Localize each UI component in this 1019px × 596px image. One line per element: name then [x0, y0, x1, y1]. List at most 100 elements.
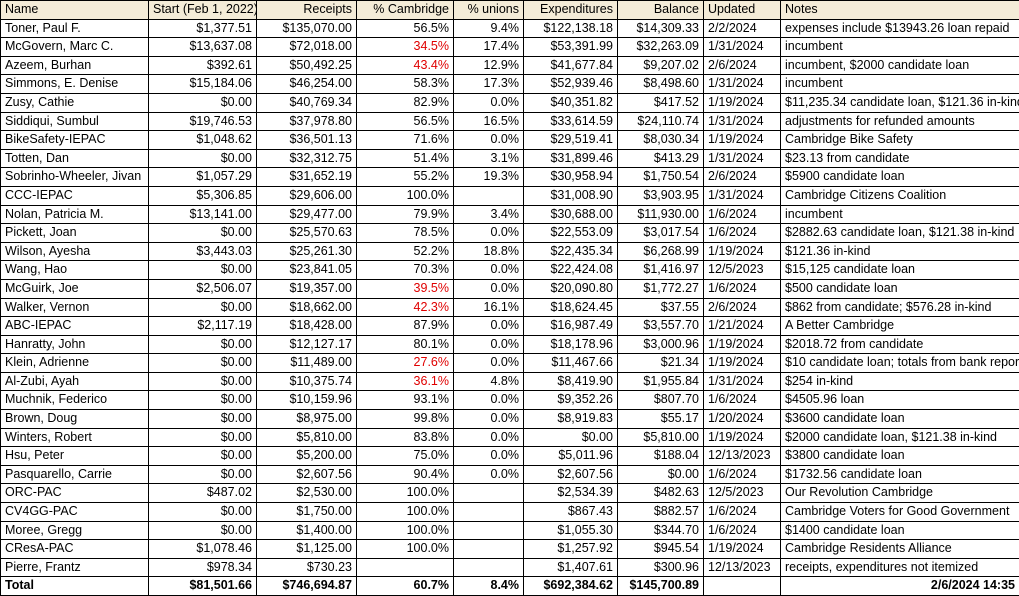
cell-receipts: $18,428.00 — [257, 317, 357, 336]
cell-receipts: $12,127.17 — [257, 335, 357, 354]
cell-balance: $37.55 — [618, 298, 704, 317]
column-header-pct-unions[interactable]: % unions — [454, 1, 524, 20]
column-header-updated[interactable]: Updated — [704, 1, 781, 20]
cell-receipts: $2,530.00 — [257, 484, 357, 503]
cell-notes: $2882.63 candidate loan, $121.38 in-kind — [781, 224, 1019, 243]
total-receipts: $746,694.87 — [257, 577, 357, 596]
cell-start: $0.00 — [149, 224, 257, 243]
cell-expenditures: $11,467.66 — [524, 354, 618, 373]
table-row[interactable]: Hanratty, John$0.00$12,127.1780.1%0.0%$1… — [1, 335, 1019, 354]
table-row[interactable]: Wilson, Ayesha$3,443.03$25,261.3052.2%18… — [1, 242, 1019, 261]
cell-pct-cambridge — [357, 558, 454, 577]
cell-pct-cambridge: 27.6% — [357, 354, 454, 373]
table-row[interactable]: BikeSafety-IEPAC$1,048.62$36,501.1371.6%… — [1, 131, 1019, 150]
table-row[interactable]: CCC-IEPAC$5,306.85$29,606.00100.0%$31,00… — [1, 186, 1019, 205]
table-row[interactable]: Al-Zubi, Ayah$0.00$10,375.7436.1%4.8%$8,… — [1, 372, 1019, 391]
column-header-start[interactable]: Start (Feb 1, 2022) — [149, 1, 257, 20]
cell-notes: expenses include $13943.26 loan repaid — [781, 19, 1019, 38]
cell-pct-unions: 0.0% — [454, 428, 524, 447]
cell-pct-cambridge: 51.4% — [357, 149, 454, 168]
table-row[interactable]: Muchnik, Federico$0.00$10,159.9693.1%0.0… — [1, 391, 1019, 410]
cell-notes: $254 in-kind — [781, 372, 1019, 391]
table-row[interactable]: Pierre, Frantz$978.34$730.23$1,407.61$30… — [1, 558, 1019, 577]
column-header-name[interactable]: Name — [1, 1, 149, 20]
cell-notes: $862 from candidate; $576.28 in-kind — [781, 298, 1019, 317]
cell-pct-cambridge: 79.9% — [357, 205, 454, 224]
table-row[interactable]: Nolan, Patricia M.$13,141.00$29,477.0079… — [1, 205, 1019, 224]
cell-updated: 1/31/2024 — [704, 372, 781, 391]
cell-name: CV4GG-PAC — [1, 503, 149, 522]
table-row[interactable]: Siddiqui, Sumbul$19,746.53$37,978.8056.5… — [1, 112, 1019, 131]
table-row[interactable]: Totten, Dan$0.00$32,312.7551.4%3.1%$31,8… — [1, 149, 1019, 168]
table-row[interactable]: ORC-PAC$487.02$2,530.00100.0%$2,534.39$4… — [1, 484, 1019, 503]
table-row[interactable]: Walker, Vernon$0.00$18,662.0042.3%16.1%$… — [1, 298, 1019, 317]
cell-balance: $1,772.27 — [618, 279, 704, 298]
cell-name: Nolan, Patricia M. — [1, 205, 149, 224]
cell-start: $0.00 — [149, 335, 257, 354]
cell-expenditures: $40,351.82 — [524, 93, 618, 112]
table-row[interactable]: Klein, Adrienne$0.00$11,489.0027.6%0.0%$… — [1, 354, 1019, 373]
table-row[interactable]: Toner, Paul F.$1,377.51$135,070.0056.5%9… — [1, 19, 1019, 38]
cell-updated: 1/6/2024 — [704, 205, 781, 224]
cell-expenditures: $52,939.46 — [524, 75, 618, 94]
cell-updated: 1/31/2024 — [704, 149, 781, 168]
total-balance: $145,700.89 — [618, 577, 704, 596]
cell-name: McGuirk, Joe — [1, 279, 149, 298]
table-row[interactable]: Zusy, Cathie$0.00$40,769.3482.9%0.0%$40,… — [1, 93, 1019, 112]
table-row[interactable]: Moree, Gregg$0.00$1,400.00100.0%$1,055.3… — [1, 521, 1019, 540]
cell-pct-cambridge: 58.3% — [357, 75, 454, 94]
column-header-pct-cambridge[interactable]: % Cambridge — [357, 1, 454, 20]
table-row[interactable]: CV4GG-PAC$0.00$1,750.00100.0%$867.43$882… — [1, 503, 1019, 522]
cell-expenditures: $31,899.46 — [524, 149, 618, 168]
cell-name: Pasquarello, Carrie — [1, 465, 149, 484]
column-header-notes[interactable]: Notes — [781, 1, 1019, 20]
cell-notes: $23.13 from candidate — [781, 149, 1019, 168]
cell-notes: $500 candidate loan — [781, 279, 1019, 298]
cell-pct-unions: 0.0% — [454, 410, 524, 429]
cell-updated: 1/19/2024 — [704, 540, 781, 559]
table-row[interactable]: Sobrinho-Wheeler, Jivan$1,057.29$31,652.… — [1, 168, 1019, 187]
column-header-receipts[interactable]: Receipts — [257, 1, 357, 20]
cell-receipts: $1,750.00 — [257, 503, 357, 522]
table-row[interactable]: Hsu, Peter$0.00$5,200.0075.0%0.0%$5,011.… — [1, 447, 1019, 466]
cell-start: $5,306.85 — [149, 186, 257, 205]
cell-balance: $8,498.60 — [618, 75, 704, 94]
table-row[interactable]: Pasquarello, Carrie$0.00$2,607.5690.4%0.… — [1, 465, 1019, 484]
table-row[interactable]: Azeem, Burhan$392.61$50,492.2543.4%12.9%… — [1, 56, 1019, 75]
cell-name: Zusy, Cathie — [1, 93, 149, 112]
cell-start: $0.00 — [149, 521, 257, 540]
cell-updated: 1/20/2024 — [704, 410, 781, 429]
cell-receipts: $10,375.74 — [257, 372, 357, 391]
table-row[interactable]: Simmons, E. Denise$15,184.06$46,254.0058… — [1, 75, 1019, 94]
table-row[interactable]: Winters, Robert$0.00$5,810.0083.8%0.0%$0… — [1, 428, 1019, 447]
cell-start: $0.00 — [149, 261, 257, 280]
column-header-balance[interactable]: Balance — [618, 1, 704, 20]
cell-name: Hsu, Peter — [1, 447, 149, 466]
table-row[interactable]: Brown, Doug$0.00$8,975.0099.8%0.0%$8,919… — [1, 410, 1019, 429]
cell-pct-cambridge: 78.5% — [357, 224, 454, 243]
table-row[interactable]: ABC-IEPAC$2,117.19$18,428.0087.9%0.0%$16… — [1, 317, 1019, 336]
campaign-finance-table: Name Start (Feb 1, 2022) Receipts % Camb… — [0, 0, 1019, 596]
cell-start: $1,078.46 — [149, 540, 257, 559]
cell-pct-unions: 0.0% — [454, 447, 524, 466]
cell-expenditures: $2,607.56 — [524, 465, 618, 484]
total-row: Total$81,501.66$746,694.8760.7%8.4%$692,… — [1, 577, 1019, 596]
cell-pct-cambridge: 70.3% — [357, 261, 454, 280]
column-header-expenditures[interactable]: Expenditures — [524, 1, 618, 20]
cell-balance: $24,110.74 — [618, 112, 704, 131]
table-row[interactable]: McGuirk, Joe$2,506.07$19,357.0039.5%0.0%… — [1, 279, 1019, 298]
table-row[interactable]: Wang, Hao$0.00$23,841.0570.3%0.0%$22,424… — [1, 261, 1019, 280]
cell-notes: incumbent — [781, 205, 1019, 224]
cell-notes: Cambridge Bike Safety — [781, 131, 1019, 150]
cell-balance: $8,030.34 — [618, 131, 704, 150]
cell-expenditures: $53,391.99 — [524, 38, 618, 57]
cell-updated: 12/5/2023 — [704, 261, 781, 280]
table-row[interactable]: Pickett, Joan$0.00$25,570.6378.5%0.0%$22… — [1, 224, 1019, 243]
cell-start: $0.00 — [149, 447, 257, 466]
cell-expenditures: $22,424.08 — [524, 261, 618, 280]
table-row[interactable]: McGovern, Marc C.$13,637.08$72,018.0034.… — [1, 38, 1019, 57]
cell-pct-cambridge: 56.5% — [357, 19, 454, 38]
cell-receipts: $25,261.30 — [257, 242, 357, 261]
cell-notes: $5900 candidate loan — [781, 168, 1019, 187]
table-row[interactable]: CResA-PAC$1,078.46$1,125.00100.0%$1,257.… — [1, 540, 1019, 559]
